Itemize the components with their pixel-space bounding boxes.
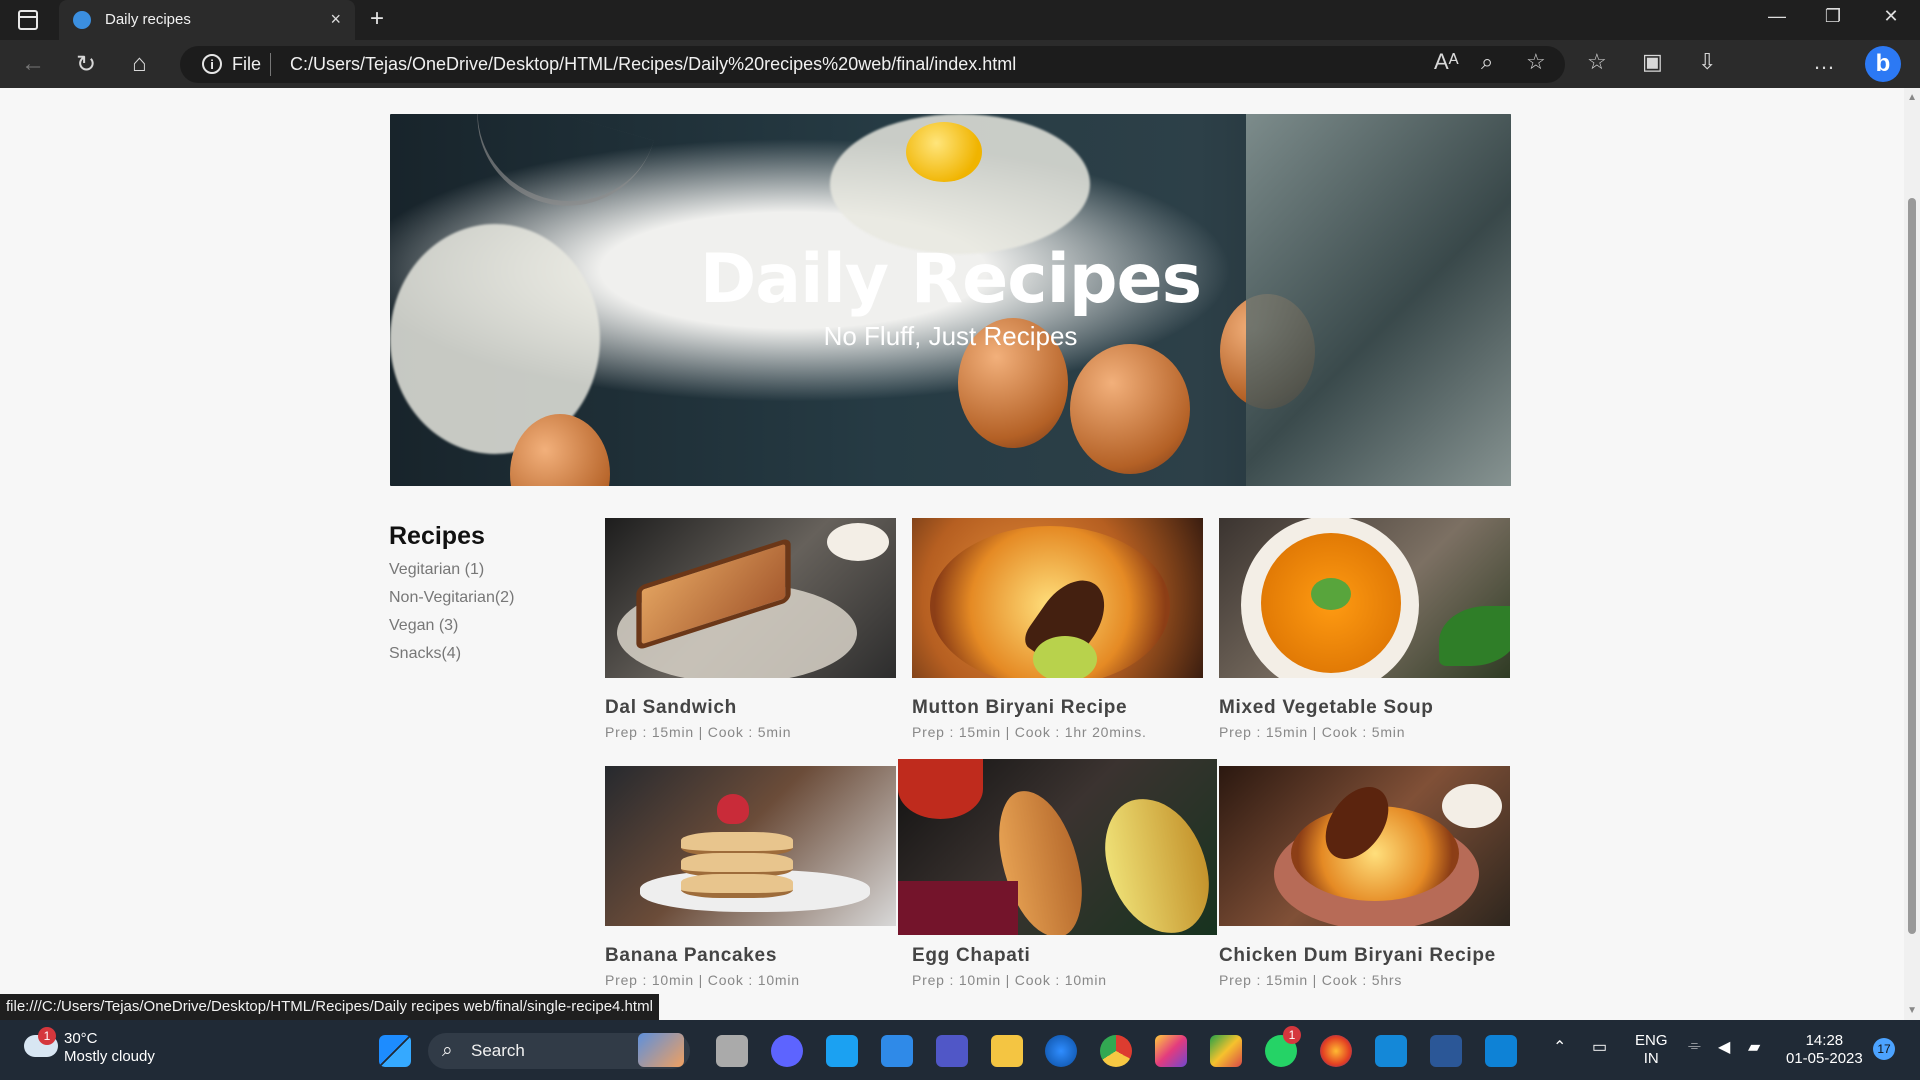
taskbar-search-label: Search <box>471 1041 525 1060</box>
time-label: 14:28 <box>1805 1032 1844 1049</box>
site-favicon-icon <box>73 11 91 29</box>
egg-yolk-image-detail <box>906 122 982 182</box>
home-icon[interactable]: ⌂ <box>132 50 147 78</box>
close-window-icon[interactable]: ✕ <box>1871 6 1911 27</box>
recipe-timing: Prep : 15min | Cook : 5min <box>1219 724 1406 740</box>
webpage-viewport: Daily Recipes No Fluff, Just Recipes Rec… <box>0 88 1920 1020</box>
stack-app-icon[interactable] <box>1210 1035 1242 1067</box>
category-link-vegetarian[interactable]: Vegitarian (1) <box>389 561 514 579</box>
teams-icon[interactable] <box>936 1035 968 1067</box>
page-subtitle: No Fluff, Just Recipes <box>823 321 1078 351</box>
widgets-icon[interactable] <box>826 1035 858 1067</box>
show-hidden-icons-icon[interactable]: ⌃ <box>1553 1037 1566 1057</box>
language-code: ENG <box>1635 1032 1668 1049</box>
word-icon[interactable] <box>1430 1035 1462 1067</box>
favorite-add-icon[interactable]: ☆ <box>1526 49 1546 75</box>
chicken-dum-biryani-image[interactable] <box>1219 766 1510 926</box>
egg-chapati-image[interactable] <box>898 759 1217 935</box>
recipe-timing: Prep : 15min | Cook : 5min <box>605 724 792 740</box>
taskbar-search[interactable]: ⌕ Search <box>428 1033 690 1069</box>
date-label: 01-05-2023 <box>1786 1050 1863 1067</box>
whatsapp-badge: 1 <box>1283 1026 1301 1044</box>
bing-chat-icon[interactable]: b <box>1865 46 1901 82</box>
recipe-title[interactable]: Mixed Vegetable Soup <box>1219 697 1434 719</box>
recipe-title[interactable]: Egg Chapati <box>912 945 1031 967</box>
tab-title: Daily recipes <box>105 11 191 28</box>
recipe-timing: Prep : 15min | Cook : 5hrs <box>1219 972 1403 988</box>
address-divider <box>270 53 271 76</box>
instagram-icon[interactable] <box>1155 1035 1187 1067</box>
mutton-biryani-image[interactable] <box>912 518 1203 678</box>
recipe-title[interactable]: Chicken Dum Biryani Recipe <box>1219 945 1496 967</box>
whisk-image-detail <box>456 114 654 228</box>
hero-banner: Daily Recipes No Fluff, Just Recipes <box>390 114 1511 486</box>
recipe-timing: Prep : 10min | Cook : 10min <box>912 972 1107 988</box>
read-aloud-icon[interactable]: Aᴬ <box>1434 49 1459 75</box>
chat-icon[interactable] <box>771 1035 803 1067</box>
tablet-mode-icon[interactable]: ▭ <box>1592 1037 1607 1057</box>
banana-pancakes-image[interactable] <box>605 766 896 926</box>
scroll-down-icon[interactable]: ▼ <box>1907 1005 1917 1016</box>
battery-icon[interactable]: ▰ <box>1748 1037 1760 1057</box>
firefox-icon[interactable] <box>1320 1035 1352 1067</box>
address-bar[interactable]: i File C:/Users/Tejas/OneDrive/Desktop/H… <box>180 46 1565 83</box>
windows-start-icon[interactable] <box>379 1035 411 1067</box>
input-language-indicator[interactable]: ENG IN <box>1635 1032 1668 1068</box>
file-protocol-label: File <box>232 54 262 74</box>
dal-sandwich-image[interactable] <box>605 518 896 678</box>
page-scrollbar[interactable]: ▲ ▼ <box>1904 88 1920 1020</box>
search-highlight-icon <box>638 1033 684 1067</box>
region-code: IN <box>1643 1050 1659 1067</box>
info-icon[interactable]: i <box>202 54 222 74</box>
close-tab-icon[interactable]: × <box>330 9 341 30</box>
edge-icon[interactable] <box>1045 1035 1077 1067</box>
tab-actions-icon[interactable] <box>18 10 38 30</box>
vscode-icon[interactable] <box>1485 1035 1517 1067</box>
downloads-icon[interactable]: ⇩ <box>1698 49 1716 75</box>
recipe-timing: Prep : 15min | Cook : 1hr 20mins. <box>912 724 1147 740</box>
recipe-title[interactable]: Banana Pancakes <box>605 945 777 967</box>
address-url[interactable]: C:/Users/Tejas/OneDrive/Desktop/HTML/Rec… <box>290 54 1016 75</box>
collections-icon[interactable]: ▣ <box>1642 49 1663 75</box>
recipe-title[interactable]: Mutton Biryani Recipe <box>912 697 1127 719</box>
new-tab-button[interactable]: + <box>370 5 384 33</box>
file-explorer-icon[interactable] <box>991 1035 1023 1067</box>
volume-icon[interactable]: ◀ <box>1718 1037 1730 1057</box>
search-icon: ⌕ <box>442 1040 453 1061</box>
page-title: Daily Recipes <box>699 240 1202 319</box>
restore-window-icon[interactable]: ❐ <box>1813 6 1853 27</box>
weather-badge: 1 <box>38 1027 56 1045</box>
mail-icon[interactable] <box>881 1035 913 1067</box>
recipe-title[interactable]: Dal Sandwich <box>605 697 737 719</box>
virtual-desktop-icon[interactable] <box>1375 1035 1407 1067</box>
mixed-vegetable-soup-image[interactable] <box>1219 518 1510 678</box>
windows-taskbar: 1 30°C Mostly cloudy ⌕ Search 1 ⌃ ▭ ENG … <box>0 1020 1920 1080</box>
link-status-bar: file:///C:/Users/Tejas/OneDrive/Desktop/… <box>0 994 659 1020</box>
category-link-vegan[interactable]: Vegan (3) <box>389 617 514 635</box>
weather-condition: Mostly cloudy <box>64 1048 155 1065</box>
egg-image-detail <box>1070 344 1190 474</box>
back-icon[interactable]: ← <box>21 50 45 78</box>
weather-temperature: 30°C <box>64 1030 98 1047</box>
browser-tab-strip: Daily recipes × + — ❐ ✕ <box>0 0 1920 40</box>
task-view-icon[interactable] <box>716 1035 748 1067</box>
more-icon[interactable]: … <box>1813 49 1835 75</box>
minimize-window-icon[interactable]: — <box>1757 6 1797 27</box>
refresh-icon[interactable]: ↻ <box>76 50 96 79</box>
scroll-up-icon[interactable]: ▲ <box>1907 92 1917 103</box>
browser-tab[interactable]: Daily recipes × <box>59 0 355 40</box>
recipe-timing: Prep : 10min | Cook : 10min <box>605 972 800 988</box>
category-link-snacks[interactable]: Snacks(4) <box>389 645 514 663</box>
recipe-category-sidebar: Recipes Vegitarian (1) Non-Vegitarian(2)… <box>389 522 514 663</box>
zoom-icon[interactable]: ⌕ <box>1481 49 1493 75</box>
notification-count-badge[interactable]: 17 <box>1873 1038 1895 1060</box>
sidebar-title: Recipes <box>389 522 485 550</box>
taskbar-clock[interactable]: 14:28 01-05-2023 <box>1786 1032 1863 1068</box>
category-link-non-vegetarian[interactable]: Non-Vegitarian(2) <box>389 589 514 607</box>
wifi-icon[interactable]: ⌯ <box>1688 1037 1701 1055</box>
browser-toolbar: ← ↻ ⌂ i File C:/Users/Tejas/OneDrive/Des… <box>0 40 1920 121</box>
chrome-icon[interactable] <box>1100 1035 1132 1067</box>
scroll-thumb[interactable] <box>1908 198 1916 934</box>
favorites-icon[interactable]: ☆ <box>1587 49 1607 75</box>
